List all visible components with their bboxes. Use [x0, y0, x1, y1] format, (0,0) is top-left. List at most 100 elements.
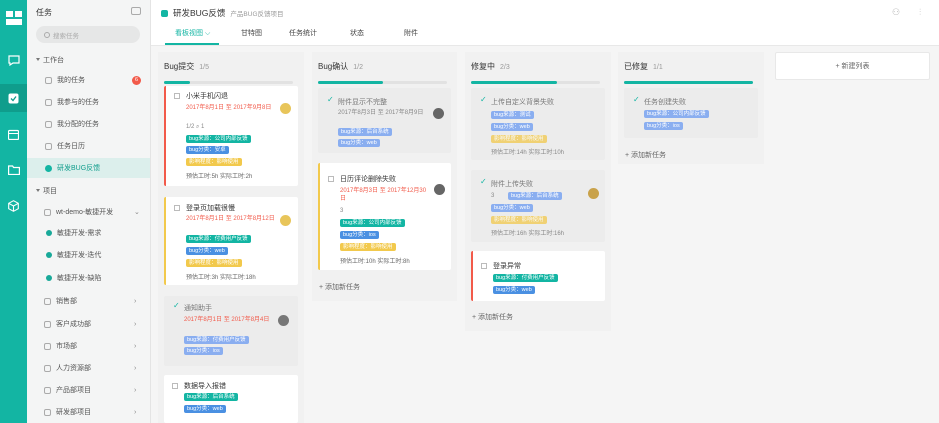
folder-icon	[44, 297, 51, 305]
tag-bug-source: bug来源：后台系统	[338, 128, 392, 136]
check-icon[interactable]: ✓	[633, 95, 640, 104]
member-icon[interactable]: ⚇	[892, 7, 900, 18]
search-placeholder: 搜索任务	[53, 32, 79, 40]
task-checkbox[interactable]	[174, 93, 180, 99]
section-workbench[interactable]: 工作台	[36, 55, 64, 65]
task-title: 小米手机闪退	[186, 93, 228, 100]
calendar-icon[interactable]	[0, 120, 27, 148]
sidebar-item-participated[interactable]: 我参与的任务	[27, 92, 150, 112]
check-icon[interactable]: ✓	[173, 301, 180, 310]
tag-bug-type: bug分类：安卓	[186, 146, 229, 154]
chevron-right-icon: ›	[134, 364, 137, 372]
task-date: 2017年8月3日 至 2017年12月30日	[340, 188, 427, 202]
sidebar-item-bug-feedback[interactable]: 研发BUG反馈	[27, 158, 150, 178]
task-card[interactable]: 登录页加载很慢 2017年8月1日 至 2017年8月12日 bug来源：付费用…	[164, 197, 298, 285]
add-task-button[interactable]: + 添加新任务	[625, 150, 666, 160]
tag-bug-type: bug分类：web	[338, 139, 380, 147]
new-list-button[interactable]: + 新建列表	[775, 52, 930, 80]
task-checkbox[interactable]	[481, 263, 487, 269]
user-icon	[46, 275, 52, 281]
sidebar-item-label: 客户成功部	[56, 321, 91, 328]
tag-bug-source: bug来源：付费用户反馈	[493, 274, 558, 282]
sidebar-project[interactable]: 产品部项目 ›	[27, 380, 150, 400]
sidebar-project[interactable]: 敏捷开发-需求	[27, 223, 150, 243]
task-card[interactable]: ✓ 任务创建失败 bug来源：公司内部反馈 bug分类：ios	[624, 88, 758, 138]
sidebar-item-calendar[interactable]: 任务日历	[27, 136, 150, 156]
sidebar-project[interactable]: wt-demo-敏捷开发 ⌄	[27, 202, 150, 222]
task-icon[interactable]	[0, 84, 27, 112]
tag-bug-source: bug来源：公司内部反馈	[186, 135, 251, 143]
check-icon[interactable]: ✓	[327, 95, 334, 104]
tab-gantt[interactable]: 甘特图	[241, 28, 262, 38]
tag-bug-source: bug来源：后台系统	[508, 192, 562, 200]
task-card[interactable]: 数据导入报错 bug来源：后台系统 bug分类：web	[164, 375, 298, 423]
chevron-right-icon: ›	[134, 408, 137, 416]
cube-icon[interactable]	[0, 192, 27, 220]
sidebar-item-label: 我分配的任务	[57, 121, 99, 128]
column-header[interactable]: Bug确认 1/2	[312, 52, 457, 78]
inbox-icon[interactable]	[131, 7, 141, 15]
avatar	[433, 108, 444, 119]
task-title: 通知助手	[184, 305, 212, 312]
check-icon[interactable]: ✓	[480, 95, 487, 104]
section-projects[interactable]: 项目	[36, 186, 57, 196]
tag-impact: 影响程度：影响使用	[491, 135, 547, 143]
sidebar-item-my-tasks[interactable]: 我的任务 6	[27, 70, 150, 90]
sidebar-item-label: 人力资源部	[56, 365, 91, 372]
user-icon	[46, 230, 52, 236]
task-card[interactable]: ✓ 通知助手 2017年8月1日 至 2017年8月4日 bug来源：付费用户反…	[164, 296, 298, 366]
task-checkbox[interactable]	[328, 176, 334, 182]
column-progress	[624, 81, 753, 84]
tab-status[interactable]: 状态	[350, 28, 364, 38]
app-logo-icon[interactable]	[0, 4, 27, 32]
search-input[interactable]: 搜索任务	[36, 26, 140, 43]
folder-icon[interactable]	[0, 156, 27, 184]
sidebar-project[interactable]: 客户成功部 ›	[27, 314, 150, 334]
tag-bug-type: bug分类：web	[491, 123, 533, 131]
add-task-button[interactable]: + 添加新任务	[472, 312, 513, 322]
sidebar-project[interactable]: 敏捷开发-迭代	[27, 245, 150, 265]
section-projects-label: 项目	[43, 188, 57, 195]
settings-sliders-icon[interactable]: ⫶	[919, 7, 921, 18]
task-title: 任务创建失败	[644, 99, 686, 106]
tag-bug-source: bug来源：测试	[491, 111, 534, 119]
tag-bug-source: bug来源：公司内部反馈	[340, 219, 405, 227]
sidebar-project[interactable]: 研发部项目 ›	[27, 402, 150, 422]
tag-bug-source: bug来源：公司内部反馈	[644, 110, 709, 118]
task-card[interactable]: 小米手机闪退 2017年8月1日 至 2017年9月8日 1/2 ⌕ 1 bug…	[164, 86, 298, 186]
tag-bug-source: bug来源：付费用户反馈	[186, 235, 251, 243]
chat-icon[interactable]	[0, 46, 27, 74]
tab-statistics[interactable]: 任务统计	[289, 28, 317, 38]
task-hours: 预估工时:3h 实际工时:18h	[186, 275, 256, 281]
task-checkbox[interactable]	[174, 205, 180, 211]
tag-bug-source: bug来源：付费用户反馈	[184, 336, 249, 344]
task-card[interactable]: ✓ 上传自定义背景失败 bug来源：测试 bug分类：web 影响程度：影响使用…	[471, 88, 605, 160]
sidebar-item-label: 敏捷开发-迭代	[57, 252, 102, 259]
check-icon[interactable]: ✓	[480, 177, 487, 186]
tag-impact: 影响程度：影响使用	[186, 158, 242, 166]
column-header[interactable]: 修复中 2/3	[465, 52, 611, 78]
task-card[interactable]: ✓ 附件上传失败 3 bug来源：后台系统 bug分类：web 影响程度：影响使…	[471, 170, 605, 242]
add-task-button[interactable]: + 添加新任务	[319, 282, 360, 292]
sidebar-item-assigned[interactable]: 我分配的任务	[27, 114, 150, 134]
tab-board-view[interactable]: 看板视图 ⌵	[175, 28, 210, 38]
folder-icon	[44, 320, 51, 328]
task-checkbox[interactable]	[172, 383, 178, 389]
tag-bug-type: bug分类：web	[186, 247, 228, 255]
column-header[interactable]: Bug提交 1/5	[158, 52, 304, 78]
sidebar-project[interactable]: 人力资源部 ›	[27, 358, 150, 378]
task-hours: 预估工时:14h 实际工时:10h	[491, 150, 565, 156]
column-header[interactable]: 已修复 1/1	[618, 52, 764, 78]
task-card[interactable]: 登录异常 bug来源：付费用户反馈 bug分类：web	[471, 251, 605, 301]
count-badge: 6	[132, 75, 141, 85]
tab-attachments[interactable]: 附件	[404, 28, 418, 38]
project-icon	[161, 9, 168, 17]
sidebar-project[interactable]: 市场部 ›	[27, 336, 150, 356]
sidebar-project[interactable]: 销售部 ›	[27, 291, 150, 311]
task-title: 附件显示不完整	[338, 99, 387, 106]
task-card[interactable]: ✓ 附件显示不完整 2017年8月3日 至 2017年8月9日 bug来源：后台…	[318, 88, 451, 153]
task-card[interactable]: 日历评论删除失败 2017年8月3日 至 2017年12月30日 3 bug来源…	[318, 163, 451, 270]
folder-icon	[44, 208, 51, 216]
sidebar-project[interactable]: 敏捷开发-缺陷	[27, 268, 150, 288]
tab-label: 看板视图	[175, 30, 203, 37]
